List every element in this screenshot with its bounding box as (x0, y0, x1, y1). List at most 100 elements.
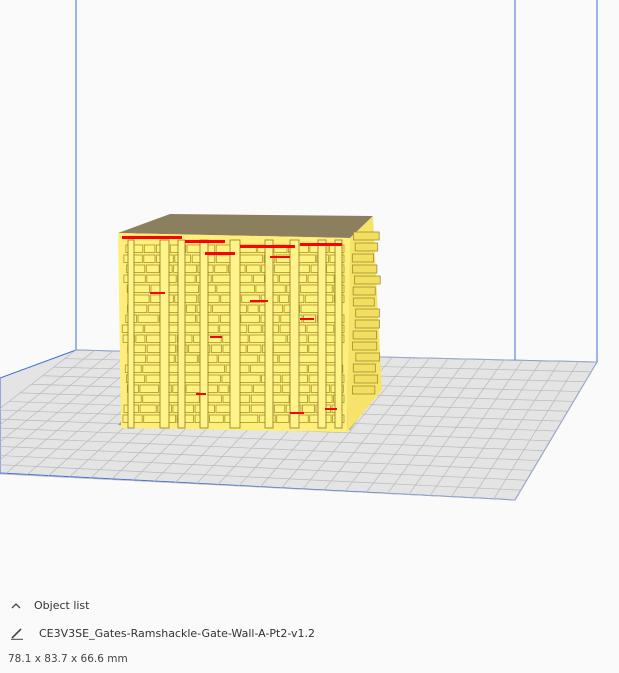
stone-brick (307, 274, 319, 283)
stone-brick (123, 274, 146, 283)
3d-model[interactable] (118, 214, 382, 432)
stone-brick (278, 294, 290, 303)
overhang-mark (300, 243, 342, 246)
dimensions-text: 78.1 x 83.7 x 66.6 mm (8, 653, 128, 665)
stone-brick (212, 274, 233, 283)
wood-plank (127, 239, 135, 429)
stone-brick (247, 304, 259, 313)
overhang-mark (196, 393, 206, 395)
stone-brick (137, 314, 159, 323)
wood-plank (289, 239, 300, 429)
overhang-mark (240, 245, 295, 248)
side-stone (355, 352, 380, 362)
stone-brick (207, 364, 226, 373)
stone-brick (135, 334, 146, 343)
side-stone (352, 286, 376, 296)
stone-brick (133, 324, 144, 333)
stone-brick (239, 254, 264, 263)
stone-brick (253, 274, 265, 283)
stone-brick (301, 404, 315, 413)
side-stone (351, 253, 374, 263)
side-stone (352, 297, 375, 307)
overhang-mark (300, 318, 314, 320)
wood-plank (229, 239, 241, 429)
stone-brick (142, 364, 163, 373)
stone-brick (144, 324, 162, 333)
wood-plank (159, 239, 170, 429)
wood-plank (177, 239, 186, 429)
wood-plank (317, 239, 327, 429)
overhang-mark (290, 412, 304, 414)
stone-brick (276, 414, 290, 423)
overhang-mark (150, 292, 165, 294)
stone-brick (145, 374, 162, 383)
overhang-mark (205, 252, 235, 255)
side-stone (354, 242, 379, 252)
stone-brick (206, 324, 219, 333)
stone-brick (272, 284, 286, 293)
object-name: CE3V3SE_Gates-Ramshackle-Gate-Wall-A-Pt2… (39, 626, 316, 640)
stone-brick (212, 304, 231, 313)
overhang-mark (325, 408, 337, 410)
side-stone (352, 330, 378, 340)
object-name-row[interactable]: CE3V3SE_Gates-Ramshackle-Gate-Wall-A-Pt2… (9, 624, 315, 642)
stone-brick (250, 394, 267, 403)
object-list-label: Object list (34, 598, 90, 612)
side-stone (354, 319, 380, 329)
overhang-mark (210, 336, 222, 338)
stone-brick (218, 384, 229, 393)
side-stone (352, 385, 376, 395)
stone-brick (185, 304, 196, 313)
wood-plank (264, 239, 274, 429)
side-stone (353, 275, 381, 285)
side-stone (353, 374, 379, 384)
stone-brick (139, 404, 157, 413)
stone-brick (295, 354, 320, 363)
side-stone (352, 341, 378, 351)
stone-brick (145, 264, 160, 273)
side-stone (353, 231, 380, 241)
overhang-mark (250, 300, 268, 302)
stone-brick (308, 364, 320, 373)
side-stone (352, 264, 378, 274)
model-detail (121, 231, 381, 429)
stone-brick (146, 344, 161, 353)
stone-brick (304, 294, 320, 303)
object-panel: Object list CE3V3SE_Gates-Ramshackle-Gat… (0, 590, 619, 673)
stone-brick (240, 314, 261, 323)
stone-brick (147, 304, 162, 313)
stone-brick (210, 344, 222, 353)
stone-brick (273, 404, 286, 413)
stone-brick (209, 414, 224, 423)
stone-brick (238, 284, 255, 293)
overhang-mark (185, 240, 225, 243)
overhang-mark (270, 256, 290, 258)
stone-brick (215, 404, 232, 413)
stone-brick (238, 414, 259, 423)
side-stone (352, 363, 376, 373)
stone-brick (246, 264, 261, 273)
chevron-up-icon[interactable] (9, 598, 23, 612)
object-dimensions: 78.1 x 83.7 x 66.6 mm (8, 651, 128, 667)
stone-brick (297, 384, 311, 393)
stone-brick (238, 374, 261, 383)
side-stone (355, 308, 380, 318)
object-list-toggle[interactable]: Object list (9, 596, 89, 614)
3d-viewport[interactable] (0, 0, 619, 673)
stone-brick (306, 324, 320, 333)
pencil-icon[interactable] (9, 625, 25, 641)
stone-brick (247, 344, 262, 353)
stone-brick (143, 254, 156, 263)
stone-brick (247, 324, 262, 333)
wood-plank (199, 239, 209, 429)
stone-brick (272, 344, 292, 353)
stone-brick (300, 284, 321, 293)
stone-brick (207, 314, 220, 323)
overhang-mark (122, 236, 182, 239)
stone-brick (184, 394, 200, 403)
wood-plank (334, 239, 343, 429)
stone-brick (279, 324, 291, 333)
stone-brick (143, 244, 156, 253)
stone-brick (139, 384, 159, 393)
stone-brick (214, 264, 228, 273)
